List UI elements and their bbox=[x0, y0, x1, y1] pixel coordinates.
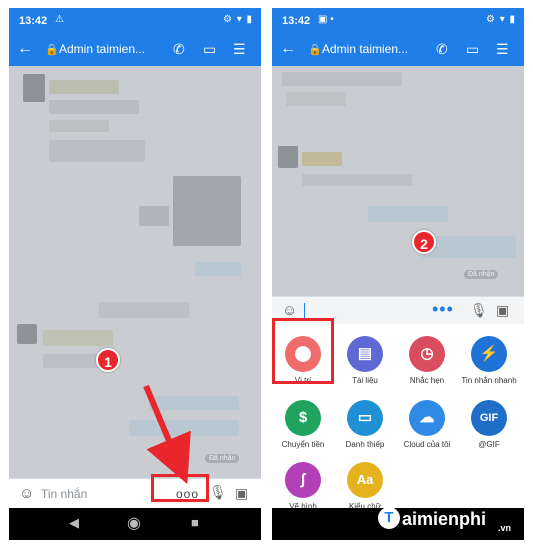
status-time: 13:42 bbox=[282, 15, 311, 27]
message-bubble-blurred bbox=[139, 206, 169, 226]
feature-label: Cloud của tôi bbox=[403, 440, 451, 449]
text-cursor[interactable] bbox=[304, 303, 305, 318]
menu-list-icon[interactable]: ☰ bbox=[496, 41, 509, 58]
feature-draw[interactable]: ∫ Vẽ hình bbox=[272, 462, 334, 512]
nav-recents-icon[interactable]: ■ bbox=[191, 515, 199, 530]
status-bar: 13:42 ⚠ ⚙ ▾ ▮ bbox=[9, 8, 261, 34]
font-style-icon: Aa bbox=[347, 462, 383, 498]
phone-call-icon[interactable]: ✆ bbox=[436, 41, 448, 58]
video-call-icon[interactable]: ▭ bbox=[203, 41, 216, 58]
feature-gif[interactable]: GIF @GIF bbox=[458, 400, 520, 450]
image-picker-icon[interactable]: ▣ bbox=[496, 302, 509, 319]
message-bubble-blurred bbox=[422, 236, 516, 258]
tutorial-image: 13:42 ⚠ ⚙ ▾ ▮ ← 🔒 Admin taimien... ✆ ▭ ☰ bbox=[0, 0, 533, 550]
message-bubble-blurred bbox=[149, 396, 239, 410]
feature-money-transfer[interactable]: $ Chuyển tiền bbox=[272, 400, 334, 450]
lock-icon: 🔒 bbox=[45, 44, 59, 56]
avatar-blurred bbox=[23, 74, 45, 102]
message-bubble-blurred bbox=[49, 80, 119, 94]
chat-area-blurred: Đã nhận bbox=[9, 66, 261, 478]
message-bubble-blurred bbox=[286, 92, 346, 106]
message-input[interactable]: Tin nhắn bbox=[41, 487, 87, 501]
feature-label: Danh thiếp bbox=[345, 440, 385, 449]
step-badge: 2 bbox=[412, 230, 436, 254]
cloud-icon: ☁ bbox=[409, 400, 445, 436]
feature-label: Nhắc hẹn bbox=[409, 376, 445, 385]
message-bubble-blurred bbox=[368, 206, 448, 222]
highlight-box-location bbox=[272, 318, 334, 384]
phone-call-icon[interactable]: ✆ bbox=[173, 41, 185, 58]
alarm-clock-icon: ◷ bbox=[409, 336, 445, 372]
draw-icon: ∫ bbox=[285, 462, 321, 498]
feature-quick-message[interactable]: ⚡ Tin nhắn nhanh bbox=[458, 336, 520, 386]
feature-label: Tin nhắn nhanh bbox=[461, 376, 517, 385]
back-arrow-icon[interactable]: ← bbox=[17, 40, 33, 58]
gif-icon: GIF bbox=[471, 400, 507, 436]
message-bubble-blurred bbox=[195, 262, 241, 276]
chat-header: ← 🔒 Admin taimien... ✆ ▭ ☰ bbox=[272, 34, 524, 66]
seen-status: Đã nhận bbox=[464, 270, 499, 279]
chat-area-blurred: Đã nhận bbox=[272, 66, 524, 296]
chat-header: ← 🔒 Admin taimien... ✆ ▭ ☰ bbox=[9, 34, 261, 66]
emoji-icon[interactable]: ☺ bbox=[282, 302, 297, 319]
microphone-icon[interactable]: 🎙 bbox=[470, 302, 488, 319]
menu-list-icon[interactable]: ☰ bbox=[233, 41, 246, 58]
step-badge: 1 bbox=[96, 348, 120, 372]
status-time: 13:42 bbox=[19, 15, 48, 27]
more-options-active-icon[interactable]: ••• bbox=[432, 299, 454, 320]
avatar-blurred bbox=[278, 146, 298, 168]
quick-message-icon: ⚡ bbox=[471, 336, 507, 372]
message-bubble-blurred bbox=[99, 302, 189, 318]
watermark-logo-icon: T bbox=[378, 507, 400, 529]
feature-label: @GIF bbox=[478, 440, 500, 449]
nav-back-icon[interactable]: ◀ bbox=[69, 515, 79, 531]
message-bubble-blurred bbox=[43, 354, 103, 368]
feature-label: Tài liệu bbox=[352, 376, 378, 385]
warning-icon: ⚠ bbox=[55, 14, 64, 25]
video-call-icon[interactable]: ▭ bbox=[466, 41, 479, 58]
watermark-tld: .vn bbox=[498, 523, 512, 533]
seen-status: Đã nhận bbox=[205, 454, 240, 463]
message-bubble-blurred bbox=[282, 72, 402, 86]
avatar-blurred bbox=[17, 324, 37, 344]
message-bubble-blurred bbox=[302, 174, 412, 186]
contact-card-icon: ▭ bbox=[347, 400, 383, 436]
gallery-notification-icon: ▣ • bbox=[318, 14, 334, 25]
status-bar: 13:42 ▣ • ⚙ ▾ ▮ bbox=[272, 8, 524, 34]
watermark-brand: aimienphi bbox=[402, 509, 487, 529]
phone-screen-right: 13:42 ▣ • ⚙ ▾ ▮ ← 🔒 Admin taimien... ✆ ▭… bbox=[272, 8, 524, 540]
android-nav-bar: ◀ ◉ ■ bbox=[9, 508, 261, 540]
feature-cloud[interactable]: ☁ Cloud của tôi bbox=[396, 400, 458, 450]
message-bubble-blurred bbox=[49, 100, 139, 114]
message-bubble-blurred bbox=[129, 420, 239, 436]
feature-documents[interactable]: ▤ Tài liệu bbox=[334, 336, 396, 386]
chat-title[interactable]: Admin taimien... bbox=[59, 42, 145, 56]
system-status-icons: ⚙ ▾ ▮ bbox=[222, 14, 253, 25]
system-status-icons: ⚙ ▾ ▮ bbox=[485, 14, 516, 25]
image-picker-icon[interactable]: ▣ bbox=[235, 485, 248, 502]
message-bubble-blurred bbox=[49, 120, 109, 132]
feature-reminder[interactable]: ◷ Nhắc hẹn bbox=[396, 336, 458, 386]
message-input-bar: ☺ Tin nhắn ooo 🎙 ▣ bbox=[9, 478, 261, 508]
image-blurred bbox=[173, 176, 241, 246]
site-watermark: T aimienphi .vn bbox=[378, 505, 528, 535]
emoji-icon[interactable]: ☺ bbox=[19, 485, 34, 502]
feature-contact-card[interactable]: ▭ Danh thiếp bbox=[334, 400, 396, 450]
nav-home-icon[interactable]: ◉ bbox=[127, 513, 141, 533]
microphone-icon[interactable]: 🎙 bbox=[209, 484, 227, 501]
lock-icon: 🔒 bbox=[308, 44, 322, 56]
message-bubble-blurred bbox=[43, 330, 113, 346]
chat-title[interactable]: Admin taimien... bbox=[322, 42, 408, 56]
document-icon: ▤ bbox=[347, 336, 383, 372]
highlight-box-more bbox=[151, 474, 209, 502]
money-transfer-icon: $ bbox=[285, 400, 321, 436]
phone-screen-left: 13:42 ⚠ ⚙ ▾ ▮ ← 🔒 Admin taimien... ✆ ▭ ☰ bbox=[9, 8, 261, 540]
back-arrow-icon[interactable]: ← bbox=[280, 40, 296, 58]
message-bubble-blurred bbox=[49, 140, 145, 162]
message-bubble-blurred bbox=[302, 152, 342, 166]
feature-label: Chuyển tiền bbox=[281, 440, 325, 449]
